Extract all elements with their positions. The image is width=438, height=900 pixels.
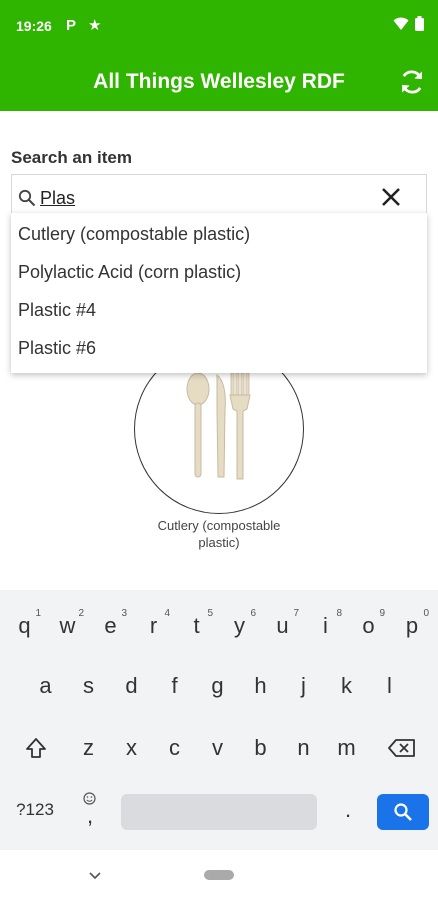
key-o[interactable]: 9o [347, 604, 390, 648]
key-label: k [341, 673, 352, 698]
emoji-comma-key[interactable]: , [68, 790, 112, 830]
key-hint: 3 [121, 608, 127, 619]
key-hint: 0 [423, 608, 429, 619]
parking-notification-icon: P [66, 17, 77, 34]
suggestion-item[interactable]: Plastic #4 [11, 291, 427, 329]
key-label: y [234, 613, 245, 638]
key-label: j [301, 673, 306, 698]
key-label: h [254, 673, 267, 698]
backspace-icon [388, 739, 415, 757]
suggestion-item[interactable]: Polylactic Acid (corn plastic) [11, 253, 427, 291]
key-label: r [149, 613, 158, 638]
key-label: p [405, 613, 419, 638]
key-hint: 2 [78, 608, 84, 619]
key-j[interactable]: j [282, 664, 325, 708]
key-hint: 6 [250, 608, 256, 619]
key-label: t [193, 613, 200, 638]
wifi-icon [393, 17, 409, 30]
close-icon[interactable] [380, 186, 402, 208]
status-bar: 19:26 P ★ [0, 0, 438, 52]
key-p[interactable]: 0p [390, 604, 434, 648]
key-label: u [276, 613, 289, 638]
key-label: e [104, 613, 117, 638]
key-label: z [83, 735, 94, 760]
search-icon [18, 189, 36, 207]
key-label: n [297, 735, 310, 760]
key-b[interactable]: b [239, 726, 282, 770]
shift-icon [26, 738, 46, 758]
space-key[interactable] [121, 794, 317, 830]
key-label: f [171, 673, 178, 698]
star-notification-icon: ★ [88, 17, 102, 34]
refresh-icon[interactable] [398, 68, 426, 96]
key-label: o [362, 613, 375, 638]
key-label: d [125, 673, 138, 698]
app-title: All Things Wellesley RDF [93, 70, 345, 93]
key-label: i [323, 613, 328, 638]
key-label: l [387, 673, 392, 698]
key-d[interactable]: d [110, 664, 153, 708]
key-a[interactable]: a [24, 664, 67, 708]
key-hint: 9 [379, 608, 385, 619]
key-label: v [212, 735, 223, 760]
key-i[interactable]: 8i [304, 604, 347, 648]
search-label: Search an item [11, 148, 132, 167]
key-f[interactable]: f [153, 664, 196, 708]
key-x[interactable]: x [110, 726, 153, 770]
suggestion-dropdown: Cutlery (compostable plastic) Polylactic… [11, 213, 427, 373]
key-hint: 7 [293, 608, 299, 619]
key-label: w [59, 613, 76, 638]
key-e[interactable]: 3e [89, 604, 132, 648]
key-label: , [86, 803, 94, 828]
key-label: b [254, 735, 267, 760]
backspace-key[interactable] [380, 726, 424, 770]
key-g[interactable]: g [196, 664, 239, 708]
key-m[interactable]: m [325, 726, 368, 770]
emoji-icon [83, 792, 96, 805]
key-q[interactable]: 1q [3, 604, 46, 648]
app-bar: All Things Wellesley RDF [0, 52, 438, 111]
key-l[interactable]: l [368, 664, 411, 708]
key-s[interactable]: s [67, 664, 110, 708]
search-icon [394, 803, 412, 821]
key-n[interactable]: n [282, 726, 325, 770]
key-label: g [211, 673, 224, 698]
status-indicators [393, 16, 424, 31]
battery-icon [415, 16, 424, 31]
item-caption: Cutlery (compostable plastic) [157, 518, 281, 550]
key-w[interactable]: 2w [46, 604, 89, 648]
key-label: s [83, 673, 94, 698]
on-screen-keyboard: 1q 2w 3e 4r 5t 6y 7u 8i 9o 0p a s d f g … [0, 590, 438, 850]
search-input[interactable] [40, 185, 360, 211]
key-v[interactable]: v [196, 726, 239, 770]
key-hint: 4 [164, 608, 170, 619]
key-t[interactable]: 5t [175, 604, 218, 648]
key-r[interactable]: 4r [132, 604, 175, 648]
key-y[interactable]: 6y [218, 604, 261, 648]
period-key[interactable]: . [328, 790, 368, 830]
key-label: a [39, 673, 52, 698]
suggestion-item[interactable]: Cutlery (compostable plastic) [11, 215, 427, 253]
suggestion-item[interactable]: Plastic #6 [11, 329, 427, 367]
key-hint: 5 [207, 608, 213, 619]
key-label: x [126, 735, 137, 760]
symbols-key[interactable]: ?123 [6, 790, 64, 830]
shift-key[interactable] [14, 726, 58, 770]
key-label: q [18, 613, 31, 638]
keyboard-search-button[interactable] [377, 794, 429, 830]
home-pill[interactable] [204, 870, 234, 880]
system-nav-bar [0, 850, 438, 900]
key-label: m [337, 735, 356, 760]
key-h[interactable]: h [239, 664, 282, 708]
status-time: 19:26 [16, 18, 52, 34]
key-u[interactable]: 7u [261, 604, 304, 648]
search-field[interactable] [11, 174, 427, 218]
key-hint: 1 [35, 608, 41, 619]
key-c[interactable]: c [153, 726, 196, 770]
key-label: c [169, 735, 180, 760]
key-z[interactable]: z [67, 726, 110, 770]
key-k[interactable]: k [325, 664, 368, 708]
key-hint: 8 [336, 608, 342, 619]
chevron-down-icon[interactable] [86, 866, 104, 884]
